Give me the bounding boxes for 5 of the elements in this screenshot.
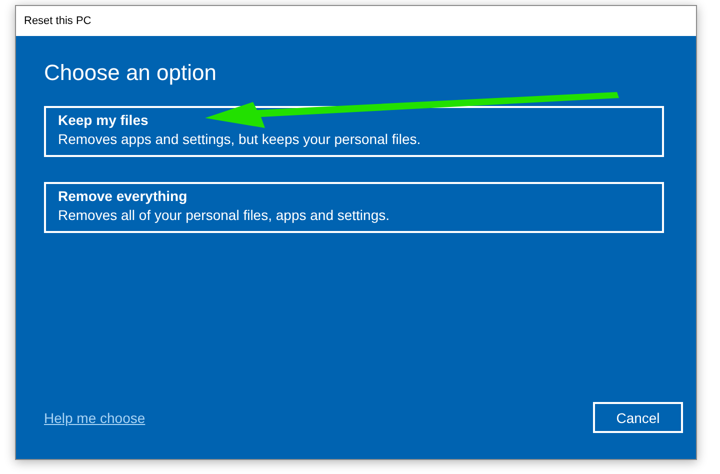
dialog-heading: Choose an option [44, 60, 218, 86]
window-title: Reset this PC [24, 15, 92, 27]
help-link[interactable]: Help me choose [44, 410, 146, 426]
option-button[interactable]: Remove everything Removes all of your personal files, apps and settings. [44, 182, 664, 233]
cancel-button[interactable]: Cancel [593, 402, 683, 433]
